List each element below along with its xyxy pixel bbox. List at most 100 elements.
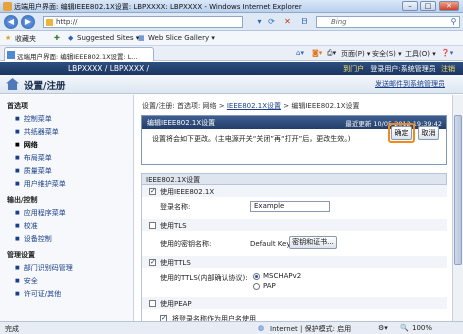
- login-name-label: 登录名称:: [160, 203, 191, 211]
- search-placeholder: Bing: [331, 18, 347, 26]
- cancel-button[interactable]: 取消: [418, 126, 439, 140]
- sidebar-item-quality[interactable]: 质量菜单: [15, 166, 52, 176]
- mail-admin-link[interactable]: 发送邮件到系统管理员: [375, 79, 445, 89]
- sidebar-item-layout[interactable]: 布局菜单: [15, 153, 52, 163]
- browser-tab[interactable]: 远端用户界面: 编辑IEEE802.1X设置: L...: [4, 47, 154, 61]
- breadcrumb-ieee-link[interactable]: IEEE802.1X设置: [227, 102, 281, 110]
- web-slice-link[interactable]: Web Slice Gallery ▾: [148, 34, 215, 42]
- suggested-sites-link[interactable]: Suggested Sites ▾: [77, 34, 139, 42]
- use-peap-checkbox[interactable]: [149, 300, 156, 307]
- key-name-value: Default Key: [250, 240, 291, 248]
- row-bg: [142, 219, 447, 231]
- ie-icon: [3, 2, 12, 11]
- sidebar-item-feeder[interactable]: 共纸器菜单: [15, 127, 59, 137]
- use-tls-checkbox[interactable]: [149, 222, 156, 229]
- header-title-row: 设置/注册 发送邮件到系统管理员: [0, 75, 463, 94]
- breadcrumb: 设置/注册: 首选项: 网络 > IEEE802.1X设置 > 编辑IEEE80…: [142, 101, 360, 111]
- maximize-button[interactable]: □: [420, 1, 436, 11]
- login-user: 登录用户:系统管理员: [370, 65, 436, 73]
- breadcrumb-suffix: > 编辑IEEE802.1X设置: [283, 102, 360, 110]
- section-title: IEEE802.1X设置: [146, 176, 201, 184]
- close-button[interactable]: ✕: [439, 1, 459, 11]
- address-bar: ◀ ▶ http:// ▾ ⟳ ✕ ᗷ Bing ⚲: [0, 13, 463, 31]
- pap-radio[interactable]: [253, 283, 260, 290]
- edit-panel-title: 编辑IEEE802.1X设置: [147, 119, 216, 127]
- login-name-input[interactable]: Example: [250, 201, 330, 212]
- ttls-protocol-label: 使用的TTLS(内部确认协议):: [160, 274, 248, 282]
- window-titlebar: 远端用户界面: 编辑IEEE802.1X设置: LBPXXXX: LBPXXXX…: [0, 0, 463, 13]
- tab-page-icon: [7, 51, 15, 59]
- mschapv2-radio[interactable]: [253, 273, 260, 280]
- zoom-icon: 🔍: [400, 324, 409, 332]
- pap-label: PAP: [263, 282, 276, 290]
- page-menu[interactable]: 页面(P) ▾: [341, 49, 370, 59]
- search-input[interactable]: Bing: [316, 16, 460, 28]
- use-ttls-label: 使用TTLS: [160, 259, 191, 267]
- app-header: LBPXXXX / LBPXXXX / 到门户 登录用户:系统管理员 注销 设置…: [0, 62, 463, 94]
- protected-mode-icon[interactable]: ⚙▾: [378, 324, 388, 332]
- use-peap-label: 使用PEAP: [160, 300, 192, 308]
- portal-link[interactable]: 到门户: [343, 65, 364, 73]
- use-ieee-checkbox[interactable]: ✓: [149, 188, 156, 195]
- sidebar-item-control[interactable]: 控制菜单: [15, 114, 52, 124]
- page-title: 设置/注册: [24, 81, 66, 92]
- sidebar-section-title: 管理设置: [7, 251, 35, 259]
- zoom-level[interactable]: 100%: [412, 324, 432, 332]
- main-content: 设置/注册: 首选项: 网络 > IEEE802.1X设置 > 编辑IEEE80…: [135, 95, 463, 334]
- web-slice-icon: ▦: [138, 34, 145, 42]
- vertical-scrollbar[interactable]: [452, 95, 463, 321]
- tab-title: 远端用户界面: 编辑IEEE802.1X设置: L...: [17, 53, 138, 61]
- key-cert-button[interactable]: 密钥和证书...: [289, 236, 337, 249]
- section-header: IEEE802.1X设置: [141, 173, 447, 185]
- suggested-sites-icon: ◆: [68, 34, 74, 42]
- sidebar-item-device-control[interactable]: 设备控制: [15, 234, 52, 244]
- settings-form: ✓ 使用IEEE802.1X 登录名称: Example 使用TLS 使用的密钥…: [141, 185, 447, 334]
- sidebar-item-dept-id[interactable]: 部门识别码管理: [15, 263, 73, 273]
- sidebar-item-security[interactable]: 安全: [15, 276, 38, 286]
- sidebar-item-user-maintenance[interactable]: 用户维护菜单: [15, 179, 66, 189]
- dropdown-icon[interactable]: ▾: [254, 16, 265, 27]
- feeds-icon[interactable]: ◙▾: [312, 49, 322, 57]
- sidebar-item-network[interactable]: 网络: [15, 140, 38, 150]
- stop-icon[interactable]: ✕: [282, 16, 293, 27]
- sidebar-item-calibration[interactable]: 校准: [15, 221, 38, 231]
- home-icon[interactable]: ⌂▾: [296, 49, 304, 57]
- url-field[interactable]: http://: [43, 16, 243, 28]
- tools-menu[interactable]: 工具(O) ▾: [405, 49, 436, 59]
- favorites-button[interactable]: 收藏夹: [15, 34, 36, 44]
- sidebar-item-application[interactable]: 应用程序菜单: [15, 208, 66, 218]
- product-name: LBPXXXX / LBPXXXX /: [68, 64, 150, 73]
- safety-menu[interactable]: 安全(S) ▾: [372, 49, 402, 59]
- globe-icon: ◍: [258, 324, 265, 332]
- logout-link[interactable]: 注销: [441, 65, 455, 73]
- favorites-star-icon[interactable]: ★: [5, 34, 11, 42]
- status-bar: 完成 ◍ Internet | 保护模式: 启用 ⚙▾ 🔍 100%: [0, 321, 463, 334]
- url-text: http://: [56, 18, 78, 26]
- help-menu[interactable]: ❓▾: [441, 49, 453, 57]
- ok-button[interactable]: 确定: [391, 126, 412, 140]
- search-engine-icon[interactable]: ᗷ: [299, 16, 310, 27]
- header-links: 到门户 登录用户:系统管理员 注销: [343, 64, 455, 74]
- use-ttls-checkbox[interactable]: ✓: [149, 259, 156, 266]
- header-strip: LBPXXXX / LBPXXXX / 到门户 登录用户:系统管理员 注销: [0, 62, 463, 75]
- edit-message: 设置将会如下更改。(主电源开关“关闭”再“打开”后，更改生效。): [152, 135, 351, 143]
- mschapv2-label: MSCHAPv2: [263, 272, 302, 280]
- forward-button[interactable]: ▶: [21, 15, 35, 29]
- minimize-button[interactable]: –: [402, 1, 418, 11]
- search-icon[interactable]: ⚲: [448, 16, 459, 27]
- sidebar-item-license[interactable]: 许可证/其他: [15, 289, 61, 299]
- back-button[interactable]: ◀: [4, 15, 18, 29]
- home-icon[interactable]: [6, 78, 19, 90]
- status-text: 完成: [5, 325, 19, 333]
- security-zone: Internet | 保护模式: 启用: [270, 325, 352, 333]
- use-tls-label: 使用TLS: [160, 222, 187, 230]
- add-favorites-icon[interactable]: ✚: [54, 34, 60, 42]
- sidebar-section-title: 输出/控制: [7, 196, 38, 204]
- print-icon[interactable]: ⎙▾: [327, 49, 336, 58]
- key-name-label: 使用的密钥名称:: [160, 240, 212, 248]
- page-icon: [46, 19, 53, 26]
- favorites-bar: ★ 收藏夹 ✚ ◆ Suggested Sites ▾ ▦ Web Slice …: [0, 31, 463, 46]
- scrollbar-thumb[interactable]: [454, 115, 462, 265]
- tab-bar: 远端用户界面: 编辑IEEE802.1X设置: L... ⌂▾ ◙▾ ⎙▾ 页面…: [0, 46, 463, 61]
- refresh-icon[interactable]: ⟳: [266, 16, 277, 27]
